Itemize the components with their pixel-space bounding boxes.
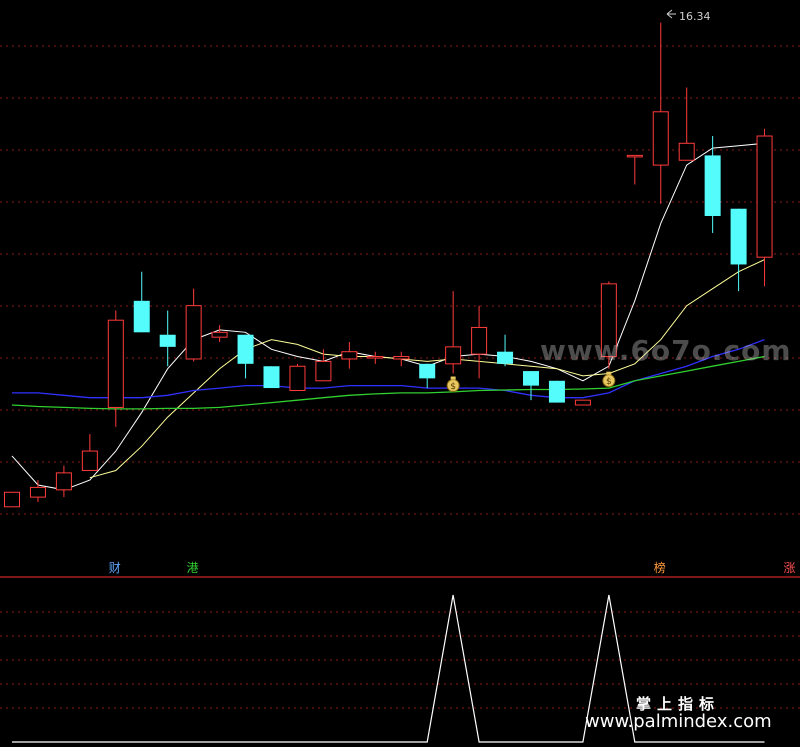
candle [133, 271, 150, 333]
candle [497, 334, 514, 367]
money-bag-symbol: $ [606, 377, 612, 387]
max-price-pointer-icon [666, 9, 676, 19]
candle [471, 305, 488, 379]
candles [4, 22, 773, 508]
candle [263, 366, 280, 389]
candle-body-down [159, 334, 176, 347]
candle-body-up [471, 326, 488, 355]
candle-body-up [756, 135, 773, 258]
candle [756, 128, 773, 287]
stock-chart: $ $ 16.34 财港榜涨 www.6o7o.com 掌上指标 www.palm… [0, 0, 800, 747]
candle-body-up [107, 319, 124, 408]
candle-body-up [367, 356, 384, 359]
candle [574, 399, 591, 406]
candle [445, 291, 462, 374]
candle-body-down [237, 334, 254, 364]
candle [730, 208, 747, 292]
candle-body-up [29, 486, 46, 498]
candle-body-down [704, 155, 721, 216]
candle-body-up [55, 472, 72, 491]
candle [315, 349, 332, 382]
candle [341, 342, 358, 369]
candle-body-up [393, 356, 410, 360]
candle-body-down [133, 300, 150, 333]
candle [81, 434, 98, 471]
candle-body-up [652, 111, 669, 166]
candle-body-up [211, 331, 228, 338]
money-bag-neck [450, 376, 456, 380]
candle-body-up [445, 346, 462, 365]
moving-average-lines [11, 142, 765, 491]
watermark-middle: www.6o7o.com [540, 334, 792, 367]
candle [237, 334, 254, 379]
candle-body-down [730, 208, 747, 265]
event-tag: 港 [186, 561, 199, 575]
candle-body-up [574, 399, 591, 406]
candle-body-up [185, 305, 202, 360]
candlestick-price-chart: $ $ 16.34 [0, 9, 800, 743]
candle-body-up [4, 491, 20, 508]
candle-body-down [523, 371, 539, 386]
event-tag: 财 [108, 561, 121, 575]
watermark-brand-url: www.palmindex.com [585, 711, 772, 732]
candle-body-down [419, 363, 436, 379]
money-bag-symbol: $ [450, 382, 456, 392]
candle [211, 325, 228, 343]
candle [419, 363, 436, 389]
candle-body-down [263, 366, 280, 389]
candle [704, 136, 721, 233]
candle [393, 351, 410, 367]
event-tag: 涨 [783, 561, 796, 575]
candle-body-up [626, 154, 643, 158]
candle-body-down [548, 380, 565, 403]
candle [185, 288, 202, 362]
max-price-annotation: 16.34 [666, 9, 711, 23]
candle-body-up [315, 360, 332, 382]
ma-short-line [11, 142, 765, 491]
candle-body-up [81, 450, 98, 471]
candle [626, 154, 643, 185]
event-tag: 榜 [653, 561, 666, 575]
candle [4, 491, 20, 508]
money-bag-neck [606, 371, 612, 375]
candle-body-up [341, 351, 358, 360]
candle [289, 363, 306, 391]
candle-body-up [289, 365, 306, 391]
max-price-label: 16.34 [679, 10, 711, 23]
candle-body-up [678, 142, 695, 161]
candle [29, 480, 46, 502]
candle [367, 351, 384, 364]
money-bag-icon: $ [446, 376, 460, 393]
candle [55, 465, 72, 498]
candle [652, 22, 669, 204]
candle [548, 380, 565, 403]
candle-body-down [497, 351, 514, 364]
